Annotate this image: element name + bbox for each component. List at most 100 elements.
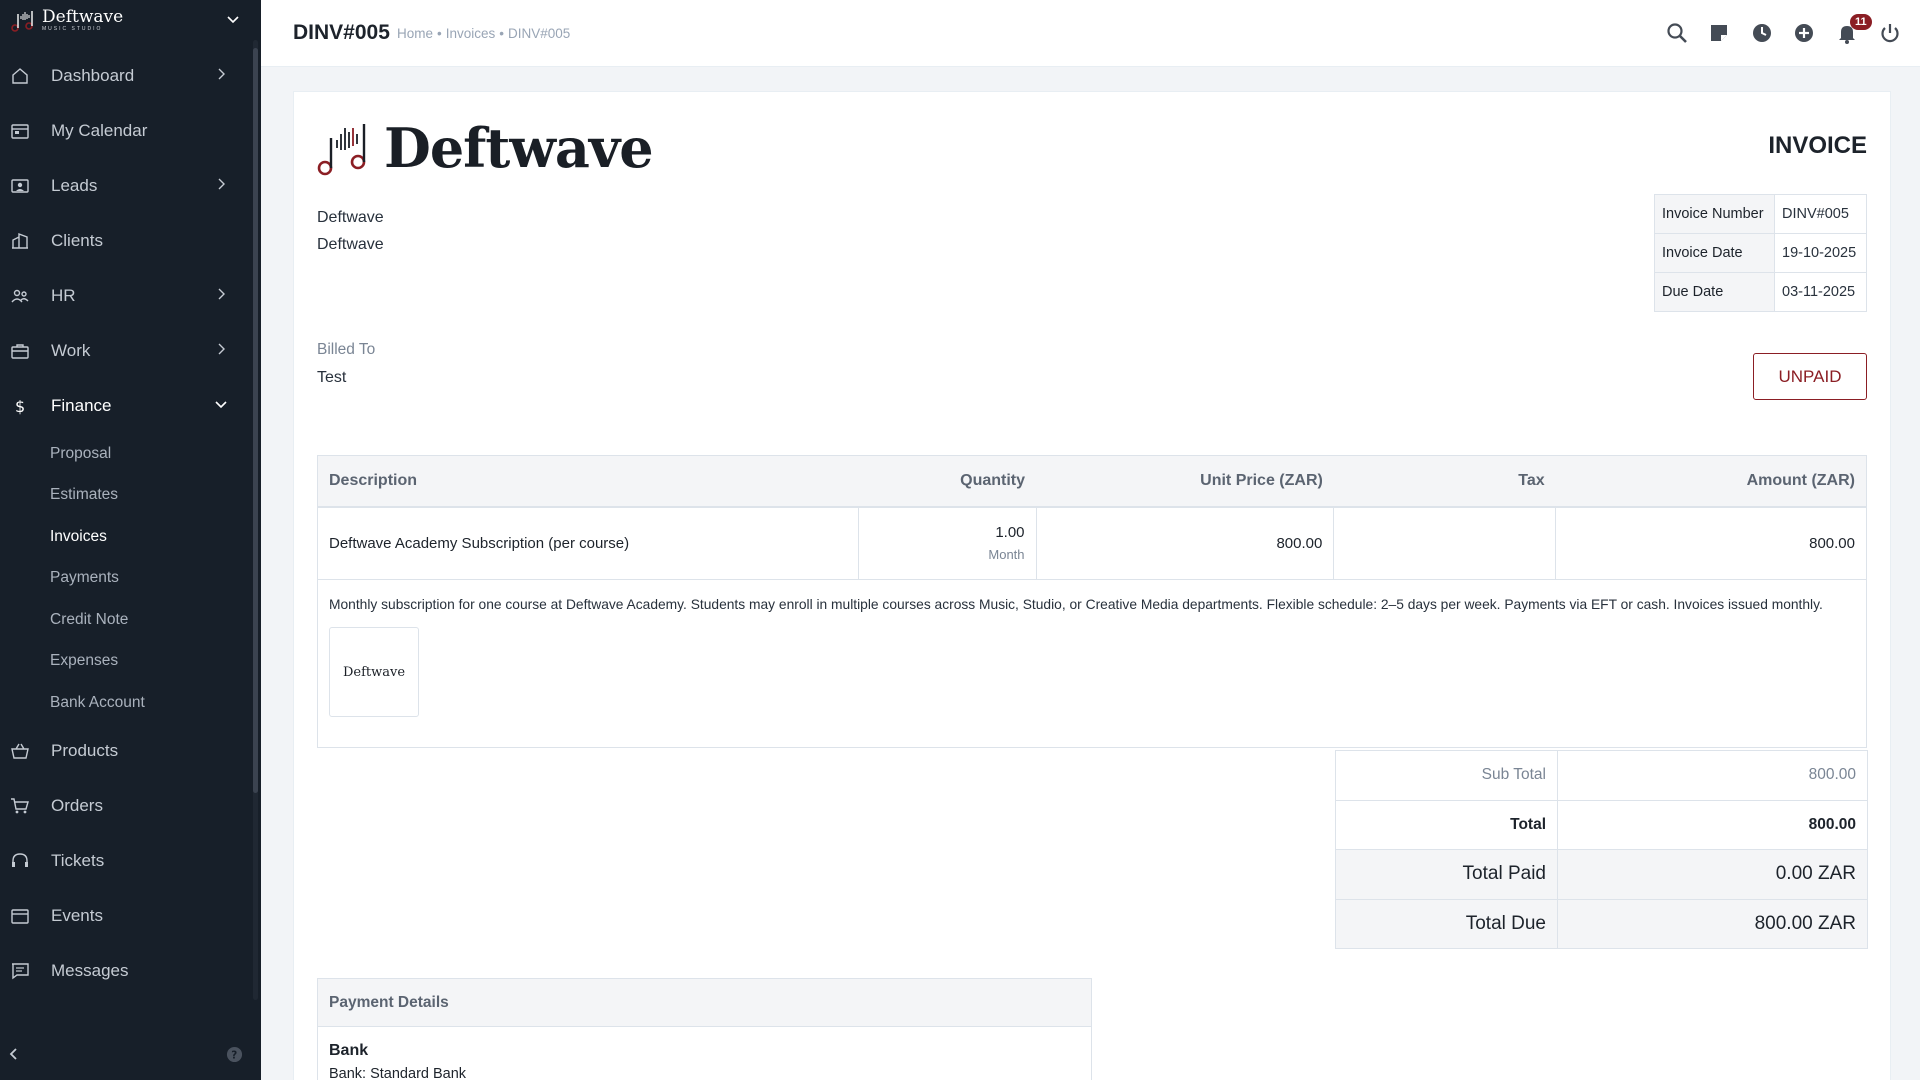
sidebar-item-leads[interactable]: Leads [0, 158, 250, 213]
power-icon[interactable] [1879, 22, 1901, 44]
invoice-logo: Deftwave [316, 116, 654, 180]
leads-icon [9, 175, 31, 197]
totals-row: Total 800.00 [1335, 799, 1868, 850]
sidebar-item-label: Finance [51, 395, 112, 415]
table-row: Deftwave Academy Subscription (per cours… [317, 506, 1867, 580]
calendar-icon [9, 120, 31, 142]
chevron-down-icon[interactable] [225, 12, 241, 28]
sidebar-subitem-bank-account[interactable]: Bank Account [0, 682, 250, 724]
calendar-event-icon [9, 905, 31, 927]
company-line: Deftwave [317, 209, 384, 226]
svg-text:$: $ [15, 397, 25, 416]
sidebar: Deftwave MUSIC STUDIO Dashboard My Calen… [0, 0, 261, 1080]
sticky-note-icon[interactable] [1708, 22, 1730, 44]
sidebar-subitem-credit-note[interactable]: Credit Note [0, 599, 250, 641]
sidebar-item-label: Products [51, 741, 119, 760]
sidebar-scrollbar[interactable] [253, 48, 258, 793]
column-header: Quantity [858, 455, 1037, 508]
totals-label: Sub Total [1335, 750, 1558, 801]
home-icon [9, 65, 31, 87]
collapse-sidebar-icon[interactable] [6, 1046, 20, 1062]
sidebar-item-products[interactable]: Products [0, 724, 250, 779]
logo-icon [11, 11, 33, 32]
chevron-right-icon [218, 288, 225, 300]
sidebar-item-label: Tickets [51, 851, 105, 870]
sidebar-subitem-expenses[interactable]: Expenses [0, 641, 250, 683]
help-icon[interactable]: ? [226, 1046, 243, 1063]
sidebar-footer: ? [0, 1030, 261, 1080]
totals-label: Total Paid [1335, 849, 1558, 900]
sidebar-subitem-estimates[interactable]: Estimates [0, 475, 250, 517]
item-unit: Month [988, 547, 1025, 563]
meta-value: DINV#005 [1774, 194, 1867, 234]
sidebar-item-label: Orders [51, 796, 103, 815]
sidebar-item-tickets[interactable]: Tickets [0, 834, 250, 889]
sidebar-item-clients[interactable]: Clients [0, 213, 250, 268]
add-circle-icon[interactable] [1793, 22, 1815, 44]
meta-value: 19-10-2025 [1774, 233, 1867, 273]
sidebar-subitem-payments[interactable]: Payments [0, 558, 250, 600]
chevron-right-icon [218, 68, 225, 80]
invoice-heading: INVOICE [1768, 132, 1867, 159]
sidebar-item-work[interactable]: Work [0, 323, 250, 378]
company-line: Deftwave [317, 236, 384, 253]
sidebar-item-messages[interactable]: Messages [0, 944, 250, 999]
sidebar-item-my-calendar[interactable]: My Calendar [0, 103, 250, 158]
item-unit-price: 800.00 [1035, 506, 1335, 580]
sidebar-item-label: HR [51, 285, 76, 305]
brand-subtitle: MUSIC STUDIO [42, 25, 103, 32]
sidebar-subitem-invoices[interactable]: Invoices [0, 516, 250, 558]
bank-title: Bank [329, 1042, 369, 1059]
invoice-items-table: Description Quantity Unit Price (ZAR) Ta… [317, 455, 1867, 748]
brand-header[interactable]: Deftwave MUSIC STUDIO [0, 0, 261, 40]
billed-to-label: Billed To [317, 341, 376, 358]
totals-value: 800.00 ZAR [1557, 898, 1868, 949]
sidebar-item-label: Events [51, 906, 103, 925]
logo-icon [317, 124, 366, 176]
meta-label: Invoice Date [1654, 233, 1775, 273]
building-icon [9, 230, 31, 252]
finance-submenu: Proposal Estimates Invoices Payments Cre… [0, 433, 250, 724]
item-thumbnail[interactable]: Deftwave [329, 627, 419, 717]
sidebar-item-events[interactable]: Events [0, 889, 250, 944]
people-icon [9, 285, 31, 307]
invoice-meta-table: Invoice Number DINV#005 Invoice Date 19-… [1654, 194, 1867, 312]
sidebar-item-orders[interactable]: Orders [0, 779, 250, 834]
sidebar-item-label: Clients [51, 230, 103, 250]
breadcrumb-invoices[interactable]: Invoices [446, 26, 496, 41]
sidebar-nav: Dashboard My Calendar Leads Clients HR W… [0, 48, 250, 999]
item-description-cell: Monthly subscription for one course at D… [317, 579, 1867, 748]
meta-row: Invoice Number DINV#005 [1654, 194, 1867, 234]
totals-label: Total [1335, 799, 1558, 850]
totals-row: Total Due 800.00 ZAR [1335, 898, 1868, 949]
company-address: Deftwave Deftwave [317, 204, 384, 258]
clock-icon[interactable] [1751, 22, 1773, 44]
meta-row: Due Date 03-11-2025 [1654, 272, 1867, 312]
search-icon[interactable] [1666, 22, 1688, 44]
meta-label: Due Date [1654, 272, 1775, 312]
sidebar-item-dashboard[interactable]: Dashboard [0, 48, 250, 103]
breadcrumb-home[interactable]: Home [397, 26, 433, 41]
sidebar-item-label: My Calendar [51, 120, 148, 140]
sidebar-item-label: Leads [51, 175, 98, 195]
sidebar-item-hr[interactable]: HR [0, 268, 250, 323]
sidebar-item-finance[interactable]: $ Finance [0, 378, 250, 433]
totals-value: 800.00 [1557, 750, 1868, 801]
column-header: Tax [1333, 455, 1556, 508]
logo-wordmark: Deftwave [384, 116, 654, 180]
meta-row: Invoice Date 19-10-2025 [1654, 233, 1867, 273]
top-bar: DINV#005 Home • Invoices • DINV#005 11 [261, 0, 1920, 67]
totals-row: Sub Total 800.00 [1335, 750, 1868, 801]
bank-name: Bank: Standard Bank [329, 1066, 467, 1080]
sidebar-subitem-proposal[interactable]: Proposal [0, 433, 250, 475]
payment-details-body: Bank Bank: Standard Bank [318, 1027, 1091, 1080]
sidebar-item-label: Dashboard [51, 65, 135, 85]
status-badge: UNPAID [1753, 353, 1867, 400]
payment-details-heading: Payment Details [318, 979, 1091, 1027]
column-header: Amount (ZAR) [1555, 455, 1867, 508]
sidebar-item-label: Messages [51, 961, 129, 980]
totals-row: Total Paid 0.00 ZAR [1335, 849, 1868, 900]
brand-name: Deftwave [42, 6, 124, 27]
breadcrumb-current: DINV#005 [508, 26, 571, 41]
column-header: Unit Price (ZAR) [1036, 455, 1334, 508]
